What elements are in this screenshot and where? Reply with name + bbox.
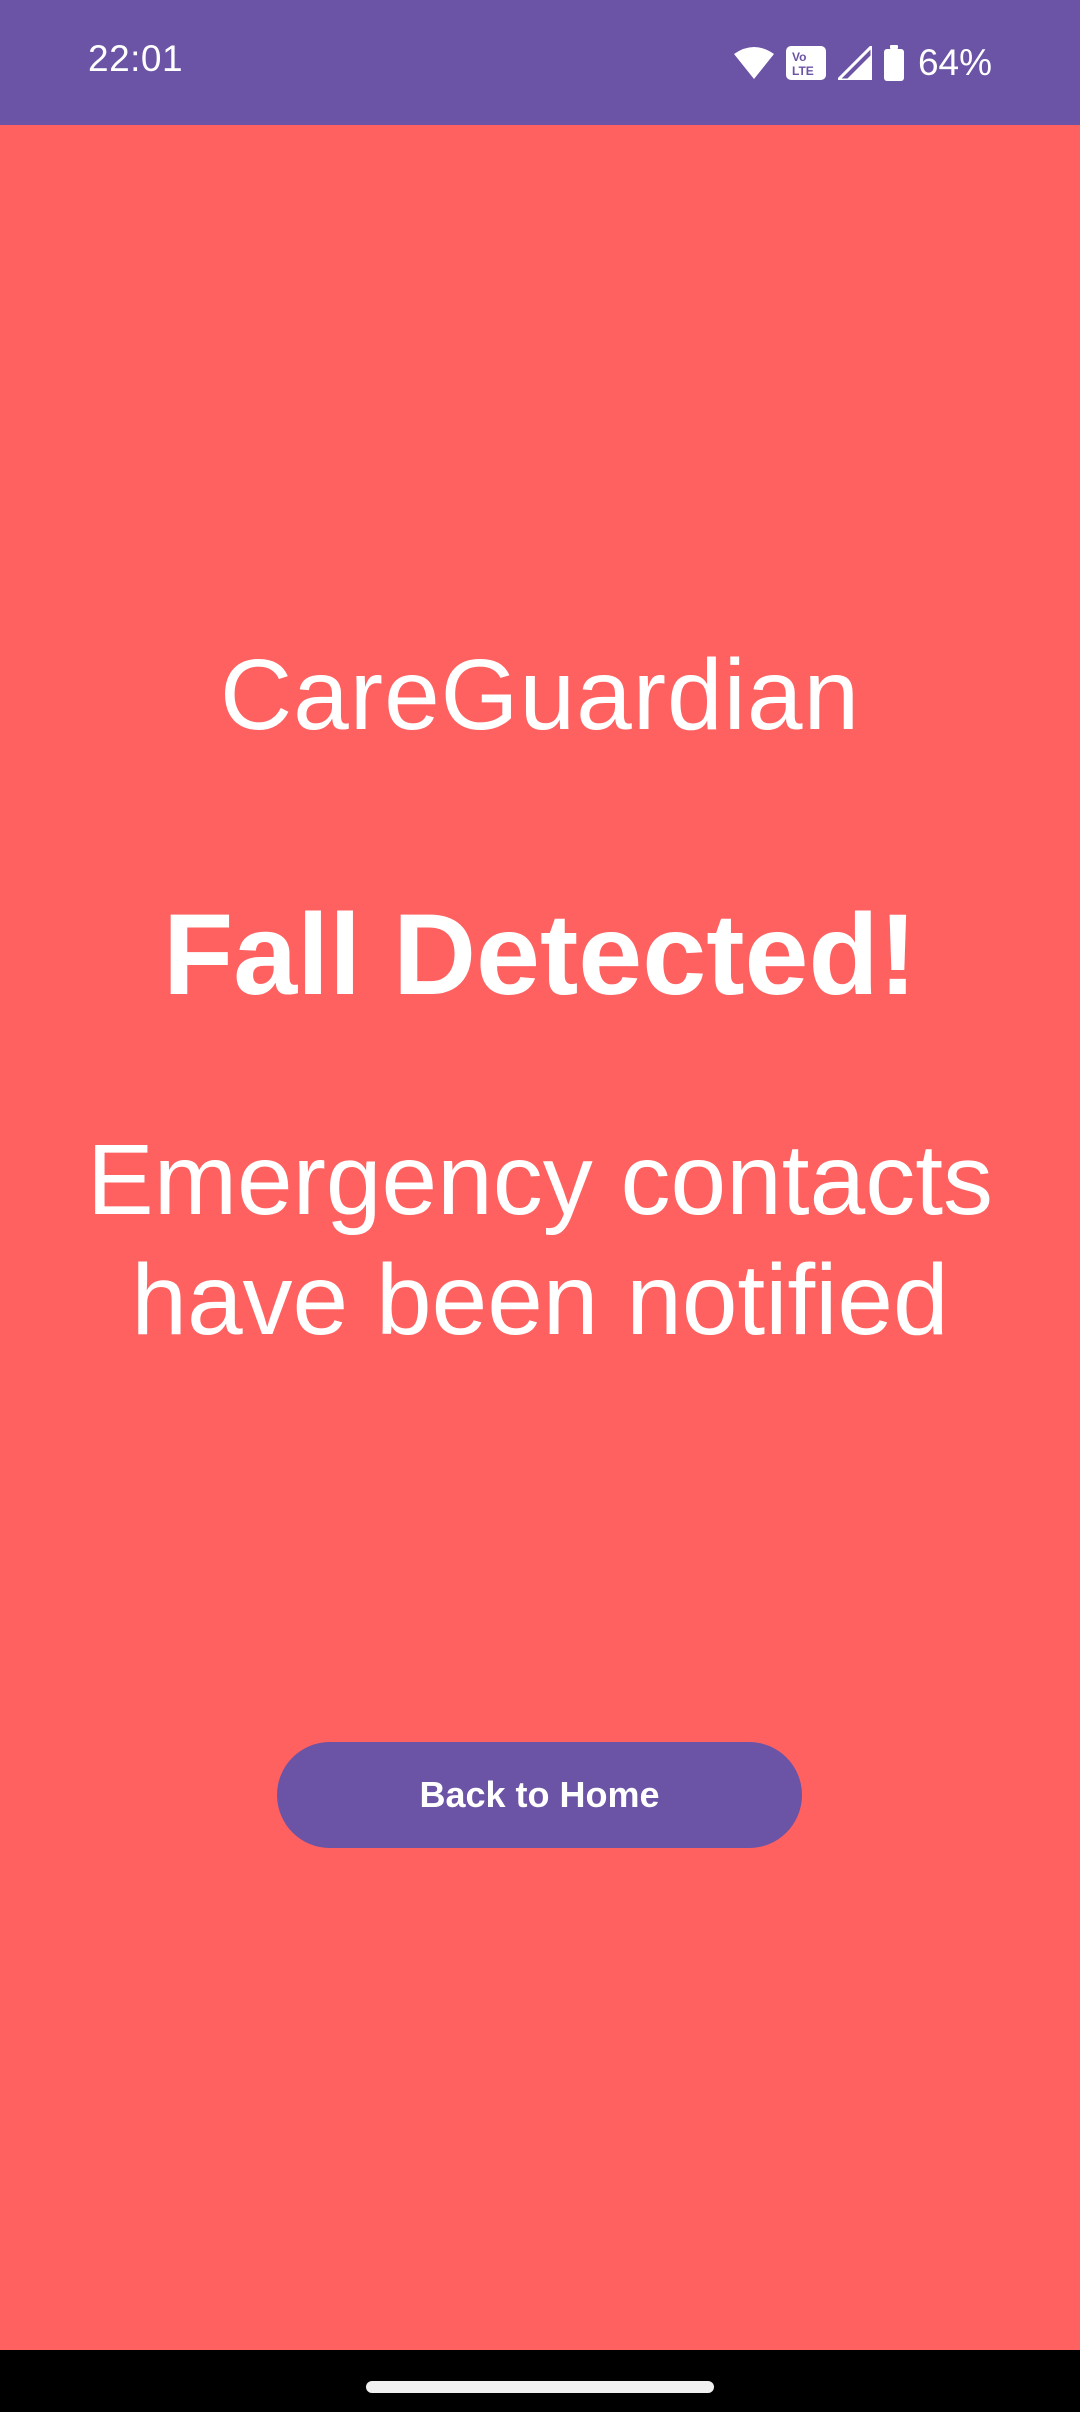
volte-icon: Vo LTE xyxy=(785,46,826,80)
wifi-icon xyxy=(733,46,774,80)
back-to-home-button[interactable]: Back to Home xyxy=(277,1742,802,1848)
navigation-bar xyxy=(0,2350,1080,2412)
status-icons: Vo LTE 64% xyxy=(733,40,992,86)
signal-icon xyxy=(837,46,872,80)
alert-title: Fall Detected! xyxy=(162,891,918,1019)
alert-message: Emergency contacts have been notified xyxy=(87,1124,993,1356)
svg-text:Vo: Vo xyxy=(792,50,806,64)
svg-text:LTE: LTE xyxy=(792,64,814,78)
app-name: CareGuardian xyxy=(219,639,861,751)
home-gesture-handle[interactable] xyxy=(366,2381,714,2393)
battery-icon xyxy=(883,45,904,81)
fall-alert-screen: CareGuardian Fall Detected! Emergency co… xyxy=(0,125,1080,2350)
status-bar: 22:01 Vo LTE 64% xyxy=(0,0,1080,125)
status-time: 22:01 xyxy=(88,38,184,79)
battery-percent: 64% xyxy=(917,42,992,83)
